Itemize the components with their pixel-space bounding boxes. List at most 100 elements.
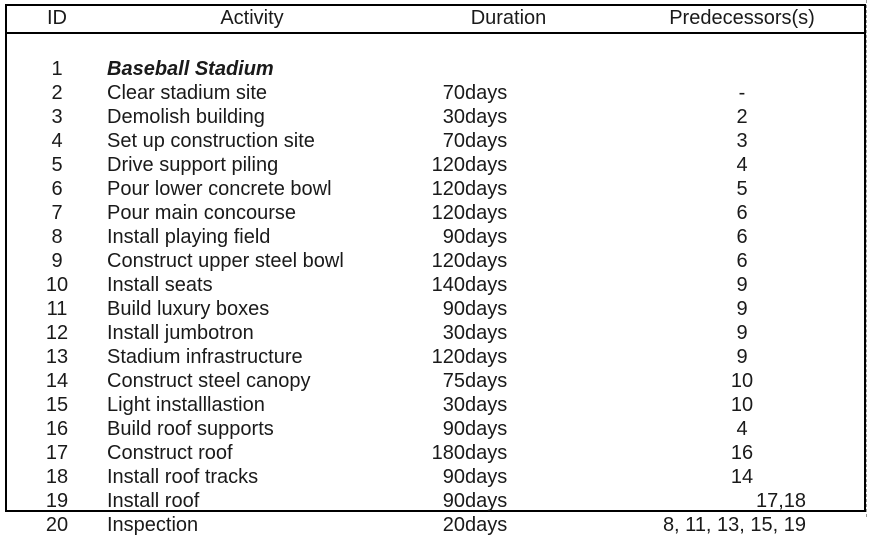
- cell-predecessors: 9: [736, 274, 748, 296]
- cell-duration-unit: days: [465, 130, 508, 152]
- cell-activity: Build luxury boxes: [107, 298, 270, 320]
- table-row: 6 Pour lower concrete bowl 120 days 5: [7, 177, 864, 201]
- cell-id: 19: [45, 490, 69, 512]
- cell-duration-value: 120: [431, 250, 465, 272]
- cell-activity: Install jumbotron: [107, 322, 254, 344]
- cell-duration-value: 120: [431, 202, 465, 224]
- cell-id: 6: [51, 178, 63, 200]
- cell-predecessors: 4: [736, 154, 748, 176]
- cell-duration-value: 90: [442, 418, 465, 440]
- cell-duration-value: 140: [431, 274, 465, 296]
- cell-activity: Clear stadium site: [107, 82, 268, 104]
- cell-predecessors: 10: [730, 370, 754, 392]
- header-spacer-cell: [7, 33, 864, 57]
- cell-duration-value: 30: [442, 322, 465, 344]
- cell-id: 17: [45, 442, 69, 464]
- cell-activity: Install playing field: [107, 226, 271, 248]
- table-row: 10 Install seats 140 days 9: [7, 273, 864, 297]
- cell-duration-unit: days: [465, 106, 508, 128]
- cell-predecessors: 4: [736, 418, 748, 440]
- cell-id: 12: [45, 322, 69, 344]
- table-row: 8 Install playing field 90 days 6: [7, 225, 864, 249]
- table-row: 15 Light installlastion 30 days 10: [7, 393, 864, 417]
- cell-duration-value: 30: [442, 394, 465, 416]
- cell-duration-unit: days: [465, 418, 508, 440]
- cell-activity: Light installlastion: [107, 394, 265, 416]
- cell-activity: Install seats: [107, 274, 213, 296]
- cell-duration-unit: days: [465, 178, 508, 200]
- table-row: 7 Pour main concourse 120 days 6: [7, 201, 864, 225]
- cell-activity: Build roof supports: [107, 418, 274, 440]
- cell-duration-unit: days: [465, 370, 508, 392]
- cell-id: 7: [51, 202, 63, 224]
- cell-duration-value: 70: [442, 130, 465, 152]
- table-row: 12 Install jumbotron 30 days 9: [7, 321, 864, 345]
- header-spacer-row: [7, 33, 864, 57]
- cell-activity: Construct upper steel bowl: [107, 250, 344, 272]
- cell-activity: Pour main concourse: [107, 202, 296, 224]
- cell-duration-value: 180: [431, 442, 465, 464]
- cell-predecessors: 10: [730, 394, 754, 416]
- cell-id: 15: [45, 394, 69, 416]
- table-row: 17 Construct roof 180 days 16: [7, 441, 864, 465]
- cell-id: 8: [51, 226, 63, 248]
- column-header-duration: Duration: [397, 6, 621, 34]
- cell-duration-unit: days: [465, 274, 508, 296]
- table-row: 19 Install roof 90 days 17,18: [7, 489, 864, 513]
- cell-predecessors: 3: [736, 130, 748, 152]
- cell-predecessors: [620, 57, 864, 81]
- column-header-activity: Activity: [107, 6, 397, 34]
- table-row: 5 Drive support piling 120 days 4: [7, 153, 864, 177]
- cell-duration-unit: days: [465, 442, 508, 464]
- cell-predecessors: 9: [736, 322, 748, 344]
- cell-id: 3: [51, 106, 63, 128]
- cell-predecessors: 9: [736, 298, 748, 320]
- cell-id: 13: [45, 346, 69, 368]
- cell-duration-value: 75: [442, 370, 465, 392]
- table-row: 3 Demolish building 30 days 2: [7, 105, 864, 129]
- page-margin-guide: [866, 0, 867, 517]
- cell-duration-unit: [465, 57, 620, 81]
- table-row: 4 Set up construction site 70 days 3: [7, 129, 864, 153]
- cell-activity: Pour lower concrete bowl: [107, 178, 332, 200]
- cell-duration-unit: days: [465, 298, 508, 320]
- cell-id: 14: [45, 370, 69, 392]
- cell-id: 1: [51, 58, 63, 80]
- table-row: 13 Stadium infrastructure 120 days 9: [7, 345, 864, 369]
- cell-duration-unit: days: [465, 346, 508, 368]
- cell-predecessors: 5: [736, 178, 748, 200]
- cell-activity: Demolish building: [107, 106, 265, 128]
- cell-activity: Construct steel canopy: [107, 370, 311, 392]
- cell-duration-unit: days: [465, 250, 508, 272]
- column-header-predecessors: Predecessors(s): [620, 6, 865, 34]
- column-header-id: ID: [7, 6, 107, 34]
- activity-schedule-table: ID Activity Duration Predecessors(s) 1 Ba…: [7, 6, 865, 537]
- cell-id: 2: [51, 82, 63, 104]
- table-row: 14 Construct steel canopy 75 days 10: [7, 369, 864, 393]
- cell-duration-value: 90: [442, 466, 465, 488]
- cell-duration-value: 70: [442, 82, 465, 104]
- cell-predecessors: 6: [736, 202, 748, 224]
- cell-predecessors: 17,18: [755, 490, 807, 512]
- cell-duration-value: 120: [431, 154, 465, 176]
- cell-activity: Set up construction site: [107, 130, 315, 152]
- cell-duration-value: 30: [442, 106, 465, 128]
- cell-predecessors: 16: [730, 442, 754, 464]
- cell-id: 10: [45, 274, 69, 296]
- cell-predecessors: -: [738, 82, 746, 104]
- cell-predecessors: 6: [736, 250, 748, 272]
- cell-duration-value: 120: [431, 178, 465, 200]
- cell-duration-value: 90: [442, 490, 465, 512]
- cell-activity: Construct roof: [107, 442, 233, 464]
- cell-duration-value: 90: [442, 226, 465, 248]
- cell-activity: Stadium infrastructure: [107, 346, 303, 368]
- cell-id: 9: [51, 250, 63, 272]
- table-row: 9 Construct upper steel bowl 120 days 6: [7, 249, 864, 273]
- cell-predecessors: 2: [736, 106, 748, 128]
- cell-activity: Install roof tracks: [107, 466, 259, 488]
- cell-predecessors: 9: [736, 346, 748, 368]
- cell-activity: Drive support piling: [107, 154, 279, 176]
- table-row: 1 Baseball Stadium: [7, 57, 864, 81]
- activity-schedule-table-container: ID Activity Duration Predecessors(s) 1 Ba…: [5, 4, 866, 535]
- cell-duration-value: 120: [431, 346, 465, 368]
